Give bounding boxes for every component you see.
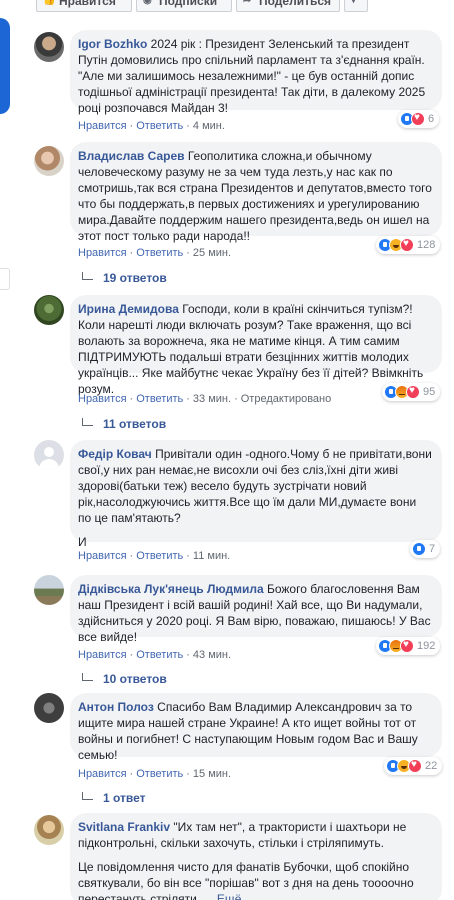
page-profile-avatar-edge bbox=[0, 18, 10, 114]
reactions-summary[interactable]: 192 bbox=[376, 637, 441, 655]
reply-comment-link[interactable]: Ответить bbox=[136, 649, 183, 661]
love-reaction-icon bbox=[406, 385, 420, 399]
share-button[interactable]: ➦ Поделиться bbox=[236, 0, 340, 12]
reply-comment-link[interactable]: Ответить bbox=[136, 120, 183, 132]
chevron-down-icon: ▾ bbox=[351, 0, 357, 6]
reply-arrow-icon bbox=[82, 673, 93, 681]
reaction-count: 7 bbox=[429, 543, 436, 555]
comment-timestamp[interactable]: 43 мин. bbox=[193, 649, 231, 661]
comment-author[interactable]: Igor Bozhko bbox=[78, 37, 147, 51]
more-options-button[interactable]: ▾ bbox=[344, 0, 368, 12]
love-reaction-icon bbox=[411, 112, 425, 126]
sidebar-box-edge bbox=[0, 268, 10, 290]
rss-icon: ◉ bbox=[143, 0, 152, 6]
reply-comment-link[interactable]: Ответить bbox=[136, 550, 183, 562]
comment-bubble: Антон Полоз Спасибо Вам Владимир Алексан… bbox=[70, 693, 442, 762]
avatar[interactable] bbox=[34, 693, 64, 723]
reactions-summary[interactable]: 22 bbox=[384, 757, 443, 775]
reply-arrow-icon bbox=[82, 792, 93, 800]
comment-timestamp[interactable]: 25 мин. bbox=[193, 247, 231, 259]
comment-author[interactable]: Владислав Сарев bbox=[78, 149, 185, 163]
love-reaction-icon bbox=[400, 238, 414, 252]
comment-text-continued: И bbox=[78, 535, 87, 549]
like-comment-link[interactable]: Нравится bbox=[78, 393, 127, 405]
comment-timestamp[interactable]: 33 мин. bbox=[193, 393, 231, 405]
comment-bubble: Федір Ковач Привітали один -одного.Чому … bbox=[70, 440, 442, 549]
like-comment-link[interactable]: Нравится bbox=[78, 120, 127, 132]
comment-actions: Нравится · Ответить · 33 мин. · Отредактирован… bbox=[78, 393, 332, 405]
comment-bubble: Дідківська Лук'янець Людмила Божого благ… bbox=[70, 575, 442, 644]
thumbs-up-icon: 👍 bbox=[43, 0, 56, 6]
like-comment-link[interactable]: Нравится bbox=[78, 550, 127, 562]
avatar[interactable] bbox=[34, 575, 64, 605]
reaction-count: 6 bbox=[428, 113, 435, 125]
love-reaction-icon bbox=[400, 639, 414, 653]
reaction-count: 22 bbox=[425, 760, 438, 772]
avatar[interactable] bbox=[34, 32, 64, 62]
view-replies-link[interactable]: 11 ответов bbox=[82, 416, 166, 432]
comment-timestamp[interactable]: 11 мин. bbox=[193, 550, 230, 562]
comment-bubble: Svitlana Frankiv "Их там нет", а трактор… bbox=[70, 813, 442, 900]
reply-comment-link[interactable]: Ответить bbox=[136, 393, 183, 405]
avatar[interactable] bbox=[34, 146, 64, 176]
avatar[interactable] bbox=[34, 440, 64, 470]
comment-timestamp[interactable]: 15 мин. bbox=[193, 768, 231, 780]
avatar[interactable] bbox=[34, 295, 64, 325]
comment-author[interactable]: Дідківська Лук'янець Людмила bbox=[78, 582, 264, 596]
reaction-count: 192 bbox=[417, 640, 436, 652]
reactions-summary[interactable]: 6 bbox=[398, 110, 440, 128]
comment-bubble: Igor Bozhko 2024 рік : Президент Зеленсь… bbox=[70, 30, 442, 115]
like-comment-link[interactable]: Нравится bbox=[78, 768, 127, 780]
like-post-button[interactable]: 👍 Нравится bbox=[36, 0, 132, 12]
post-action-bar: 👍 Нравится ◉ Подписки ➦ Поделиться ▾ bbox=[0, 0, 454, 14]
comment-text: Господи, коли в країні скінчиться тупізм… bbox=[78, 302, 424, 396]
reactions-summary[interactable]: 7 bbox=[410, 540, 441, 558]
comment-author[interactable]: Ирина Демидова bbox=[78, 302, 179, 316]
comment-actions: Нравится · Ответить · 15 мин. bbox=[78, 768, 232, 780]
reply-comment-link[interactable]: Ответить bbox=[136, 768, 183, 780]
comment-actions: Нравится · Ответить · 11 мин. bbox=[78, 550, 231, 562]
comment-timestamp[interactable]: 4 мин. bbox=[193, 120, 225, 132]
comment-author[interactable]: Антон Полоз bbox=[78, 700, 154, 714]
view-replies-link[interactable]: 1 ответ bbox=[82, 790, 146, 806]
avatar[interactable] bbox=[34, 815, 64, 845]
love-reaction-icon bbox=[408, 759, 422, 773]
reply-arrow-icon bbox=[82, 272, 93, 280]
comment-text: Геополитика сложна,и обычному человеческ… bbox=[78, 149, 432, 243]
see-more-link[interactable]: Ещё bbox=[217, 892, 242, 900]
view-replies-link[interactable]: 10 ответов bbox=[82, 671, 167, 687]
comment-actions: Нравится · Ответить · 43 мин. bbox=[78, 649, 232, 661]
comment-text-continued: Це повідомлення чисто для фанатів Бубочк… bbox=[78, 860, 414, 900]
reaction-count: 128 bbox=[417, 239, 436, 251]
like-comment-link[interactable]: Нравится bbox=[78, 247, 127, 259]
share-arrow-icon: ➦ bbox=[243, 0, 252, 6]
like-comment-link[interactable]: Нравится bbox=[78, 649, 127, 661]
comment-bubble: Ирина Демидова Господи, коли в країні ск… bbox=[70, 295, 442, 396]
comment-actions: Нравится · Ответить · 25 мин. bbox=[78, 247, 232, 259]
view-replies-link[interactable]: 19 ответов bbox=[82, 270, 167, 286]
comment-bubble: Владислав Сарев Геополитика сложна,и обы… bbox=[70, 142, 442, 243]
comment-actions: Нравится · Ответить · 4 мин. bbox=[78, 120, 225, 132]
reactions-summary[interactable]: 95 bbox=[382, 383, 441, 401]
reaction-count: 95 bbox=[423, 386, 436, 398]
reply-arrow-icon bbox=[82, 418, 93, 426]
like-reaction-icon bbox=[412, 542, 426, 556]
edited-label[interactable]: Отредактировано bbox=[241, 393, 332, 405]
comment-author[interactable]: Федір Ковач bbox=[78, 447, 152, 461]
reply-comment-link[interactable]: Ответить bbox=[136, 247, 183, 259]
comment-author[interactable]: Svitlana Frankiv bbox=[78, 820, 170, 834]
subscriptions-button[interactable]: ◉ Подписки bbox=[136, 0, 232, 12]
reactions-summary[interactable]: 128 bbox=[376, 236, 441, 254]
